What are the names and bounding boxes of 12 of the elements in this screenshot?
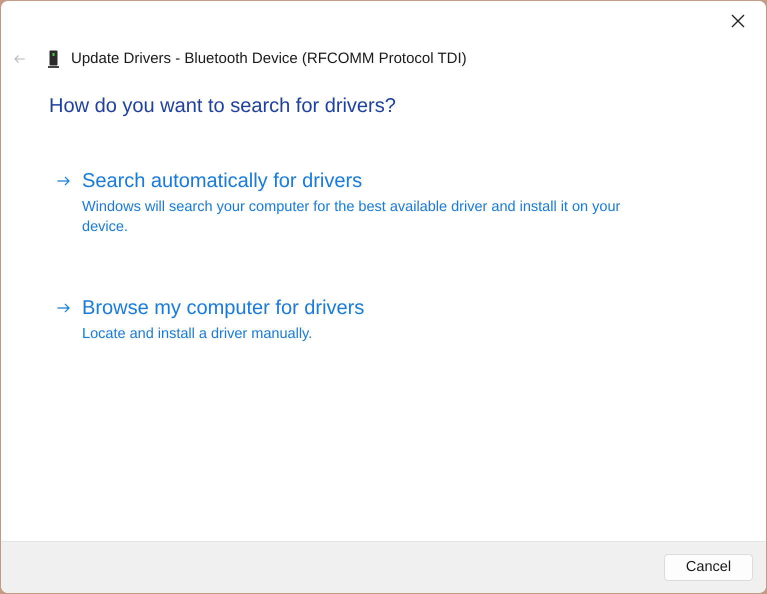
arrow-icon	[57, 303, 70, 313]
device-icon	[48, 50, 59, 68]
option-description: Locate and install a driver manually.	[82, 325, 314, 344]
option-link[interactable]: Search automatically for drivers	[57, 168, 666, 194]
window-title: Update Drivers - Bluetooth Device (RFCOMM Protocol TDI)	[71, 48, 467, 69]
close-icon	[731, 14, 745, 28]
back-arrow-icon	[14, 55, 24, 63]
arrow-icon	[57, 176, 70, 186]
cancel-button[interactable]: Cancel	[664, 554, 753, 581]
option-link[interactable]: Browse my computer for drivers	[57, 295, 666, 321]
page-heading: How do you want to search for drivers?	[49, 94, 397, 119]
option-description: Windows will search your computer for the best available driver and install it on your device.	[82, 198, 622, 237]
